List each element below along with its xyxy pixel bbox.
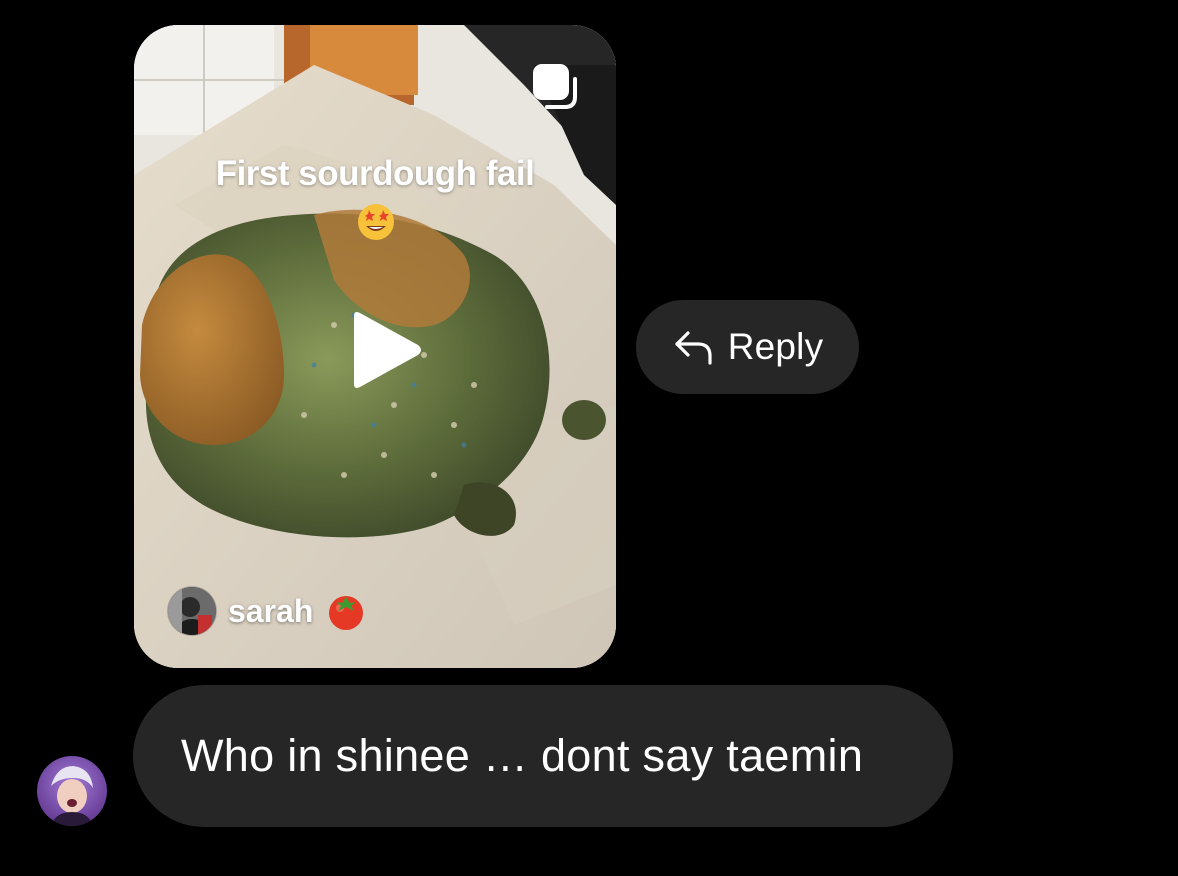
reply-button[interactable]: Reply [636,300,859,394]
message-bubble[interactable]: Who in shinee … dont say taemin [133,685,953,827]
sender-avatar[interactable] [37,756,107,826]
tomato-emoji-icon [329,596,364,630]
reel-author[interactable]: sarah [168,587,367,635]
reply-arrow-icon [675,331,712,365]
shared-reel-card[interactable]: First sourdough fail sarah [134,25,616,668]
message-text: Who in shinee … dont say taemin [181,730,864,781]
multiple-posts-icon [533,64,577,109]
reply-label: Reply [727,326,824,367]
star-struck-emoji-icon [358,204,394,240]
author-name[interactable]: sarah [228,593,313,630]
reel-caption: First sourdough fail [215,154,535,193]
play-icon[interactable] [344,308,424,392]
author-avatar[interactable] [168,587,216,635]
chat-thread: First sourdough fail sarah Reply Who in … [0,0,1178,876]
